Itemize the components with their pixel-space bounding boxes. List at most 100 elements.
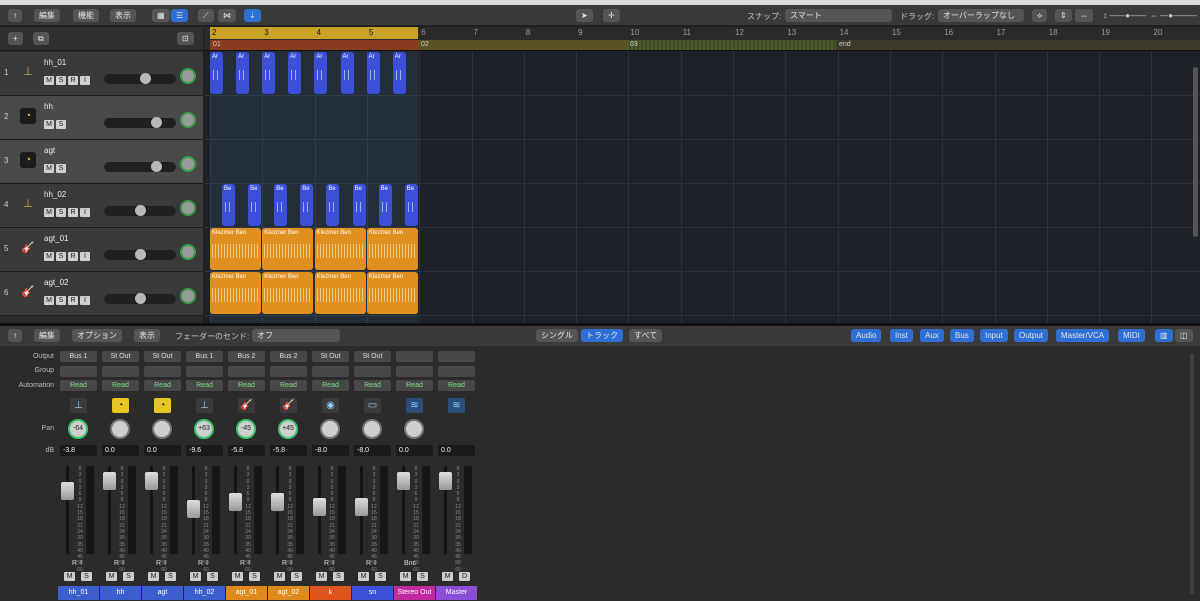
- single-view-button[interactable]: シングル: [536, 329, 578, 342]
- back-button[interactable]: ↑: [8, 9, 22, 22]
- mixer-back-button[interactable]: ↑: [8, 329, 22, 342]
- mixer-options-menu[interactable]: オプション: [72, 329, 122, 342]
- ri-buttons[interactable]: RI: [366, 560, 376, 567]
- fader-sends-select[interactable]: オフ: [252, 329, 340, 342]
- output-slot[interactable]: Bus 1: [186, 351, 223, 362]
- volume-readout[interactable]: -8.0: [354, 445, 391, 456]
- pan-knob[interactable]: -64: [68, 419, 88, 439]
- track-header-hh_02[interactable]: 4 ⊥ hh_02 M S R I: [0, 184, 203, 228]
- ri-buttons[interactable]: RI: [240, 560, 250, 567]
- filter-audio-button[interactable]: Audio: [851, 329, 882, 342]
- filter-input-button[interactable]: Input: [980, 329, 1008, 342]
- guitar-icon[interactable]: 🎸: [20, 284, 36, 300]
- midi-region[interactable]: Be: [222, 184, 235, 226]
- mute-button[interactable]: M: [64, 572, 75, 581]
- record-enable-button[interactable]: R: [156, 560, 161, 567]
- track-header-agt[interactable]: 3 ◔ agt M S: [0, 140, 203, 184]
- ruler-bar-14[interactable]: 14: [840, 28, 849, 37]
- record-enable-button[interactable]: R: [72, 560, 77, 567]
- fader-cap[interactable]: [355, 498, 368, 516]
- vertical-zoom-icon[interactable]: ⇕: [1055, 9, 1072, 22]
- kick-icon[interactable]: ◉: [322, 398, 339, 413]
- volume-fader[interactable]: [103, 466, 116, 554]
- ruler-bar-4[interactable]: 4: [317, 28, 321, 37]
- audio-region[interactable]: Klezmer Ben: [314, 228, 366, 270]
- r-button[interactable]: R: [68, 76, 78, 85]
- audio-region[interactable]: Klezmer Ben: [366, 272, 418, 314]
- guitar-icon[interactable]: 🎸: [20, 240, 36, 256]
- mute-button[interactable]: M: [316, 572, 327, 581]
- input-monitor-button[interactable]: I: [248, 560, 250, 567]
- s-button[interactable]: S: [56, 252, 66, 261]
- midi-region[interactable]: Ar: [314, 52, 328, 94]
- pan-knob[interactable]: [362, 419, 382, 439]
- audio-region[interactable]: Klezmer Ben: [262, 228, 314, 270]
- solo-button[interactable]: S: [417, 572, 428, 581]
- midi-region[interactable]: Be: [352, 184, 366, 226]
- waveform-icon[interactable]: ≋: [406, 398, 423, 413]
- fader-cap[interactable]: [313, 498, 326, 516]
- ri-buttons[interactable]: RI: [114, 560, 124, 567]
- mute-button[interactable]: M: [358, 572, 369, 581]
- r-button[interactable]: R: [68, 252, 78, 261]
- ruler-bar-7[interactable]: 7: [474, 28, 478, 37]
- tempo-icon[interactable]: ◔: [154, 398, 171, 413]
- track-name[interactable]: hh_01: [44, 58, 66, 67]
- midi-region[interactable]: Ar: [288, 52, 302, 94]
- flex-icon[interactable]: ⋈: [218, 9, 236, 22]
- mixer-view-menu[interactable]: 表示: [134, 329, 160, 342]
- mixer-narrow-icon[interactable]: ◫: [1175, 329, 1193, 342]
- mixer-layout-icon[interactable]: ▥: [1155, 329, 1173, 342]
- m-button[interactable]: M: [44, 208, 54, 217]
- volume-fader[interactable]: [271, 466, 284, 554]
- strip-name[interactable]: sn: [352, 586, 393, 600]
- strip-name[interactable]: hh_02: [184, 586, 225, 600]
- ruler-bar-5[interactable]: 5: [369, 28, 373, 37]
- automation-mode[interactable]: Read: [186, 380, 223, 391]
- hihat-icon[interactable]: ⊥: [196, 398, 213, 413]
- volume-thumb[interactable]: [135, 249, 146, 260]
- volume-slider[interactable]: [104, 117, 176, 128]
- mute-button[interactable]: M: [190, 572, 201, 581]
- output-slot[interactable]: [438, 351, 475, 362]
- automation-mode[interactable]: Read: [228, 380, 265, 391]
- track-name[interactable]: agt_02: [44, 278, 68, 287]
- ri-buttons[interactable]: RI: [324, 560, 334, 567]
- filter-master-vca-button[interactable]: Master/VCA: [1056, 329, 1110, 342]
- group-slot[interactable]: [354, 366, 391, 377]
- group-slot[interactable]: [312, 366, 349, 377]
- volume-readout[interactable]: 0.0: [396, 445, 433, 456]
- input-monitor-button[interactable]: I: [206, 560, 208, 567]
- volume-slider[interactable]: [104, 249, 176, 260]
- track-header-hh[interactable]: 2 ◔ hh M S: [0, 96, 203, 140]
- ruler-bar-13[interactable]: 13: [787, 28, 796, 37]
- mute-button[interactable]: M: [106, 572, 117, 581]
- volume-slider[interactable]: [104, 293, 176, 304]
- volume-fader[interactable]: [187, 466, 200, 554]
- strip-name[interactable]: agt: [142, 586, 183, 600]
- r-button[interactable]: R: [68, 296, 78, 305]
- volume-readout[interactable]: -5.8: [228, 445, 265, 456]
- s-button[interactable]: S: [56, 164, 66, 173]
- fader-cap[interactable]: [61, 482, 74, 500]
- audio-region[interactable]: Klezmer Ben: [210, 228, 261, 270]
- solo-button[interactable]: D: [459, 572, 470, 581]
- s-button[interactable]: S: [56, 208, 66, 217]
- track-name[interactable]: agt: [44, 146, 55, 155]
- ruler-bar-17[interactable]: 17: [997, 28, 1006, 37]
- snare-icon[interactable]: ▭: [364, 398, 381, 413]
- pan-knob[interactable]: [404, 419, 424, 439]
- strip-name[interactable]: hh_01: [58, 586, 99, 600]
- track-name[interactable]: hh_02: [44, 190, 66, 199]
- fader-cap[interactable]: [229, 493, 242, 511]
- input-monitor-button[interactable]: I: [290, 560, 292, 567]
- ruler-bar-15[interactable]: 15: [892, 28, 901, 37]
- pan-knob[interactable]: [180, 68, 196, 84]
- midi-region[interactable]: Be: [378, 184, 392, 226]
- volume-readout[interactable]: -8.0: [312, 445, 349, 456]
- s-button[interactable]: S: [56, 76, 66, 85]
- ruler-bar-12[interactable]: 12: [735, 28, 744, 37]
- track-header-agt_02[interactable]: 6 🎸 agt_02 M S R I: [0, 272, 203, 316]
- snap-select[interactable]: スマート: [785, 9, 892, 22]
- pan-knob[interactable]: +63: [194, 419, 214, 439]
